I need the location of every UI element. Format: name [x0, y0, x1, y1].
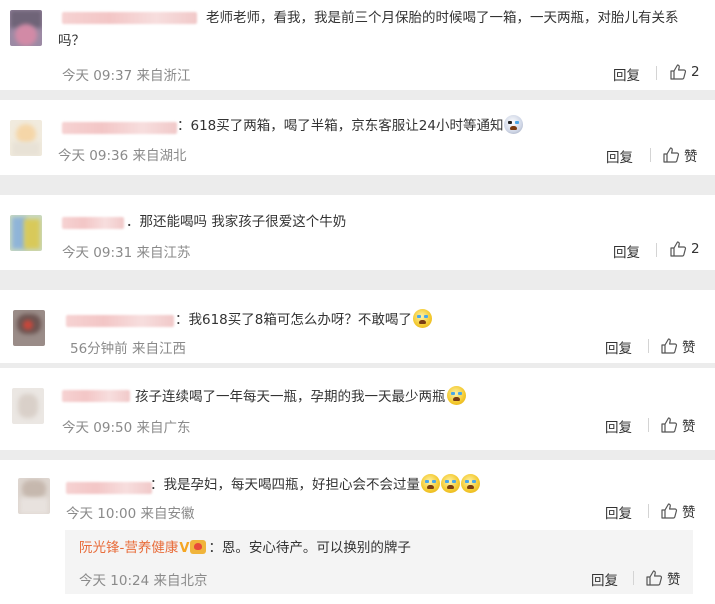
comment-text: 老师老师，看我，我是前三个月保胎的时候喝了一箱，一天两瓶，对胎儿有关系吗？ [58, 10, 679, 49]
crying-face-emoji [446, 386, 466, 405]
crying-face-emoji [461, 474, 480, 493]
crying-face-emoji [441, 474, 460, 493]
avatar[interactable] [10, 10, 42, 46]
avatar[interactable] [12, 388, 44, 424]
divider [633, 571, 634, 585]
reply-button[interactable]: 回复 [606, 146, 633, 166]
avatar[interactable] [10, 215, 42, 251]
sub-reply-meta: 今天 10:24 来自北京 [79, 573, 208, 589]
avatar[interactable] [13, 310, 45, 346]
comment-card-5: 孩子连续喝了一年每天一瓶，孕期的我一天最少两瓶 今天 09:50 来自广东 回复… [0, 368, 715, 450]
reply-button[interactable]: 回复 [605, 416, 632, 436]
divider [656, 243, 657, 257]
verified-v-badge-icon: V [179, 541, 190, 556]
reply-button[interactable]: 回复 [591, 569, 618, 589]
comment-text: ：618买了两箱，喝了半箱，京东客服让24小时等通知 [177, 115, 524, 138]
comment-text: ．那还能喝吗 我家孩子很爱这个牛奶 [126, 214, 347, 230]
comment-meta: 今天 09:50 来自广东 [62, 420, 191, 436]
thumbs-up-icon [669, 63, 687, 81]
like-label: 赞 [682, 505, 696, 521]
comment-meta: 今天 10:00 来自安徽 [66, 506, 195, 522]
reply-button[interactable]: 回复 [613, 64, 640, 84]
username-blurred[interactable] [62, 390, 130, 402]
comment-card-2: ：618买了两箱，喝了半箱，京东客服让24小时等通知 今天 09:36 来自湖北… [0, 100, 715, 175]
thumbs-up-icon [645, 569, 663, 587]
thumbs-up-icon [662, 146, 680, 164]
member-badge-icon [190, 540, 207, 554]
like-button[interactable]: 赞 [645, 568, 681, 588]
username-blurred[interactable] [62, 122, 177, 134]
crying-face-emoji [421, 474, 440, 493]
comment-card-4: ：我618买了8箱可怎么办呀？不敢喝了 56分钟前 来自江西 回复 赞 [0, 290, 715, 363]
divider [648, 504, 649, 518]
username-blurred[interactable] [62, 217, 124, 229]
like-button[interactable]: 赞 [660, 336, 696, 356]
like-button[interactable]: 2 [669, 240, 700, 258]
avatar[interactable] [18, 478, 50, 514]
avatar[interactable] [10, 120, 42, 156]
like-button[interactable]: 2 [669, 63, 700, 81]
thumbs-up-icon [660, 502, 678, 520]
comment-meta: 56分钟前 来自江西 [70, 341, 186, 357]
divider [656, 66, 657, 80]
sub-reply: 阮光锋-营养健康V ：恩。安心待产。可以换别的牌子 今天 10:24 来自北京 回… [65, 530, 693, 594]
thumbs-up-icon [660, 416, 678, 434]
divider [648, 339, 649, 353]
like-button[interactable]: 赞 [660, 415, 696, 435]
sub-reply-text: 阮光锋-营养健康V ：恩。安心待产。可以换别的牌子 [79, 537, 411, 560]
like-label: 赞 [682, 419, 696, 435]
comment-card-1: 老师老师，看我，我是前三个月保胎的时候喝了一箱，一天两瓶，对胎儿有关系吗？ 今天… [0, 0, 715, 90]
comment-card-3: ．那还能喝吗 我家孩子很爱这个牛奶 今天 09:31 来自江苏 回复 2 [0, 195, 715, 270]
like-count: 2 [691, 64, 700, 80]
comment-meta: 今天 09:37 来自浙江 [62, 68, 191, 84]
reply-button[interactable]: 回复 [605, 337, 632, 357]
comment-text: 孩子连续喝了一年每天一瓶，孕期的我一天最少两瓶 [135, 386, 466, 409]
divider [650, 148, 651, 162]
scared-face-emoji [504, 115, 524, 134]
like-button[interactable]: 赞 [660, 501, 696, 521]
like-label: 赞 [682, 340, 696, 356]
crying-face-emoji [412, 309, 432, 328]
thumbs-up-icon [669, 240, 687, 258]
like-count: 2 [691, 241, 700, 257]
like-label: 赞 [667, 572, 681, 588]
reply-button[interactable]: 回复 [613, 241, 640, 261]
reply-button[interactable]: 回复 [605, 502, 632, 522]
comment-meta: 今天 09:36 来自湖北 [58, 148, 187, 164]
username-blurred[interactable] [66, 482, 152, 494]
like-label: 赞 [684, 149, 698, 165]
comment-text: ：我是孕妇，每天喝四瓶，好担心会不会过量 [150, 474, 480, 497]
username-blurred[interactable] [66, 315, 174, 327]
thumbs-up-icon [660, 337, 678, 355]
comment-text: ：我618买了8箱可怎么办呀？不敢喝了 [175, 309, 432, 332]
comment-meta: 今天 09:31 来自江苏 [62, 245, 191, 261]
sub-reply-username[interactable]: 阮光锋-营养健康 [79, 540, 178, 556]
divider [648, 418, 649, 432]
like-button[interactable]: 赞 [662, 145, 698, 165]
